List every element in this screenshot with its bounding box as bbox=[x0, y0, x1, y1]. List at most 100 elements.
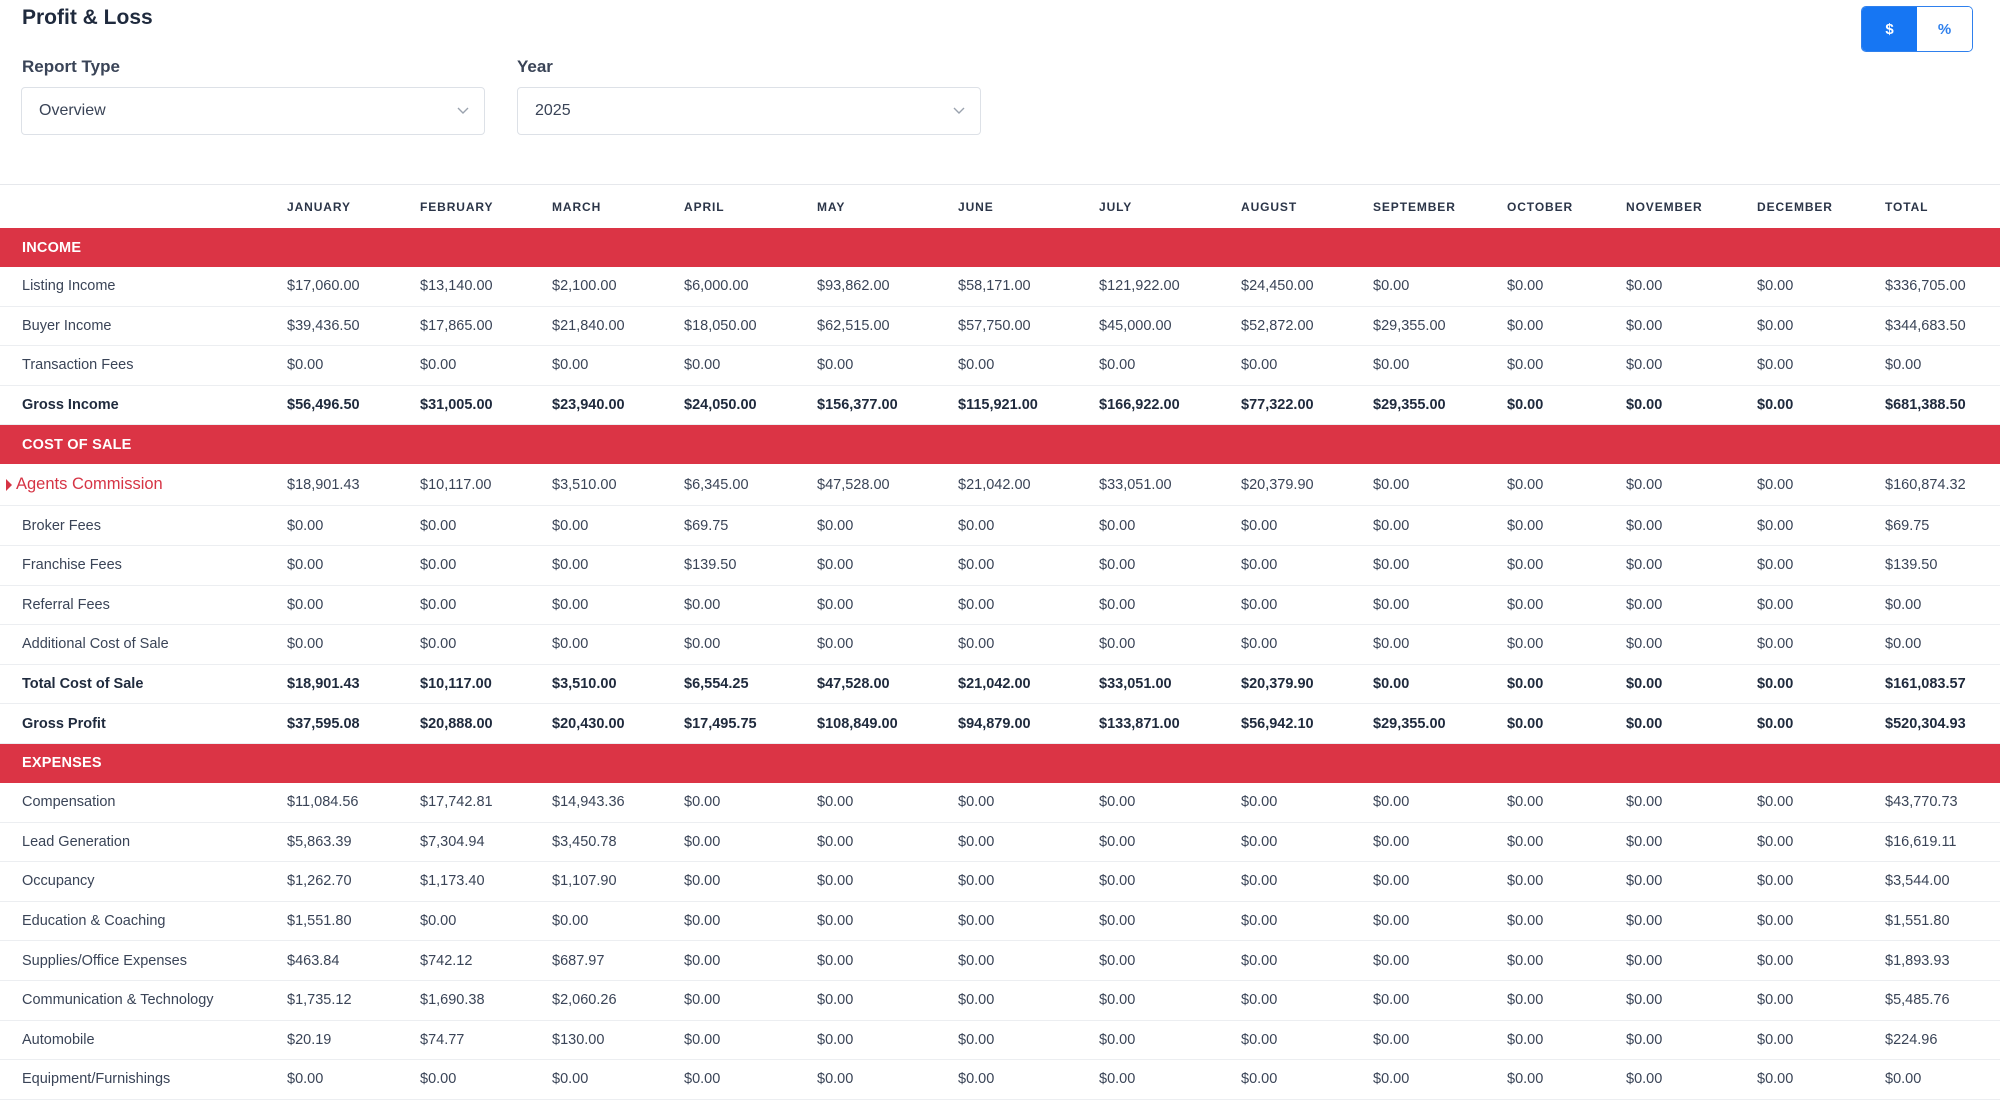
table-cell: $166,922.00 bbox=[1099, 397, 1180, 414]
table-row: Education & Coaching $1,551.80 $0.00 $0.00 $… bbox=[0, 902, 2000, 942]
table-cell: $0.00 bbox=[1507, 357, 1544, 374]
table-cell: $0.00 bbox=[1757, 992, 1794, 1009]
table-cell: $31,005.00 bbox=[420, 397, 493, 414]
table-cell: $0.00 bbox=[684, 636, 721, 653]
table-cell: $687.97 bbox=[552, 952, 605, 969]
table-cell: $115,921.00 bbox=[958, 397, 1038, 414]
table-cell: $0.00 bbox=[1373, 596, 1410, 613]
table-cell: $69.75 bbox=[1885, 517, 1930, 534]
table-cell: $0.00 bbox=[817, 557, 854, 574]
table-cell: $0.00 bbox=[1626, 676, 1663, 693]
table-cell: $93,862.00 bbox=[817, 278, 890, 295]
table-cell: $1,735.12 bbox=[287, 992, 352, 1009]
table-cell: $77,322.00 bbox=[1241, 397, 1314, 414]
table-row: Compensation $11,084.56 $17,742.81 $14,943.… bbox=[0, 783, 2000, 823]
column-header-september: SEPTEMBER bbox=[1373, 199, 1456, 214]
table-cell: $0.00 bbox=[1241, 952, 1278, 969]
year-label: Year bbox=[517, 57, 553, 76]
table-cell: $18,901.43 bbox=[287, 676, 360, 693]
table-cell: $47,528.00 bbox=[817, 476, 890, 493]
table-cell: $0.00 bbox=[1507, 636, 1544, 653]
table-cell: $681,388.50 bbox=[1885, 397, 1966, 414]
row-label: Supplies/Office Expenses bbox=[22, 952, 187, 969]
table-cell: $0.00 bbox=[1099, 596, 1136, 613]
table-row: Broker Fees $0.00 $0.00 $0.00 $69.75 $0.00 $0.… bbox=[0, 506, 2000, 546]
table-cell: $0.00 bbox=[1241, 596, 1278, 613]
table-cell: $0.00 bbox=[420, 636, 457, 653]
table-row: Equipment/Furnishings $0.00 $0.00 $0.00 $0.0… bbox=[0, 1060, 2000, 1100]
table-cell: $10,117.00 bbox=[420, 476, 492, 493]
table-cell: $0.00 bbox=[958, 557, 995, 574]
table-cell: $0.00 bbox=[1241, 992, 1278, 1009]
row-label: Total Cost of Sale bbox=[22, 676, 144, 693]
dollar-toggle-button[interactable]: $ bbox=[1862, 7, 1917, 51]
table-cell: $139.50 bbox=[684, 557, 737, 574]
table-cell: $0.00 bbox=[1626, 833, 1663, 850]
table-cell: $0.00 bbox=[958, 596, 995, 613]
column-header-total: TOTAL bbox=[1885, 199, 1929, 214]
table-cell: $0.00 bbox=[1373, 833, 1410, 850]
table-cell: $0.00 bbox=[1626, 636, 1663, 653]
table-cell: $0.00 bbox=[817, 992, 854, 1009]
table-cell: $156,377.00 bbox=[817, 397, 898, 414]
row-label: Transaction Fees bbox=[22, 357, 134, 374]
column-header-april: APRIL bbox=[684, 199, 725, 214]
table-cell: $0.00 bbox=[1626, 517, 1663, 534]
table-cell: $1,107.90 bbox=[552, 873, 617, 890]
section-label: EXPENSES bbox=[22, 755, 102, 772]
table-row: Occupancy $1,262.70 $1,173.40 $1,107.90 $0.0… bbox=[0, 862, 2000, 902]
table-cell: $0.00 bbox=[552, 357, 589, 374]
table-cell: $20,430.00 bbox=[552, 715, 625, 732]
table-cell: $0.00 bbox=[1757, 1071, 1794, 1088]
table-cell: $3,544.00 bbox=[1885, 873, 1950, 890]
table-cell: $0.00 bbox=[1626, 715, 1663, 732]
table-cell: $0.00 bbox=[684, 357, 721, 374]
table-cell: $0.00 bbox=[817, 952, 854, 969]
table-cell: $0.00 bbox=[1507, 517, 1544, 534]
table-cell: $74.77 bbox=[420, 1031, 465, 1048]
table-cell: $43,770.73 bbox=[1885, 794, 1958, 811]
year-select[interactable]: 2025 bbox=[517, 87, 981, 135]
row-label[interactable]: Agents Commission bbox=[16, 464, 163, 505]
table-cell: $0.00 bbox=[958, 1071, 995, 1088]
column-header-february: FEBRUARY bbox=[420, 199, 494, 214]
table-cell: $0.00 bbox=[1626, 278, 1663, 295]
table-cell: $0.00 bbox=[1507, 278, 1544, 295]
table-cell: $0.00 bbox=[1099, 636, 1136, 653]
table-cell: $0.00 bbox=[1507, 794, 1544, 811]
table-cell: $0.00 bbox=[1373, 636, 1410, 653]
table-cell: $0.00 bbox=[1757, 873, 1794, 890]
table-cell: $121,922.00 bbox=[1099, 278, 1180, 295]
table-cell: $0.00 bbox=[552, 596, 589, 613]
table-cell: $0.00 bbox=[817, 794, 854, 811]
table-cell: $57,750.00 bbox=[958, 317, 1031, 334]
report-type-select[interactable]: Overview bbox=[21, 87, 485, 135]
table-cell: $0.00 bbox=[958, 833, 995, 850]
table-cell: $17,865.00 bbox=[420, 317, 493, 334]
table-cell: $39,436.50 bbox=[287, 317, 360, 334]
table-cell: $1,893.93 bbox=[1885, 952, 1950, 969]
table-cell: $0.00 bbox=[1626, 913, 1663, 930]
table-cell: $0.00 bbox=[1757, 397, 1794, 414]
table-cell: $0.00 bbox=[1241, 794, 1278, 811]
row-label: Broker Fees bbox=[22, 517, 101, 534]
section-label: INCOME bbox=[22, 239, 82, 256]
table-cell: $108,849.00 bbox=[817, 715, 898, 732]
table-cell: $0.00 bbox=[1099, 557, 1136, 574]
table-cell: $94,879.00 bbox=[958, 715, 1031, 732]
table-cell: $0.00 bbox=[1626, 1071, 1663, 1088]
currency-percent-toggle[interactable]: $ % bbox=[1861, 6, 1973, 52]
table-row[interactable]: Agents Commission $18,901.43 $10,117.00 $3,… bbox=[0, 464, 2000, 507]
table-cell: $0.00 bbox=[1099, 873, 1136, 890]
table-cell: $224.96 bbox=[1885, 1031, 1938, 1048]
table-cell: $0.00 bbox=[958, 873, 995, 890]
table-cell: $161,083.57 bbox=[1885, 676, 1966, 693]
table-cell: $1,551.80 bbox=[287, 913, 352, 930]
row-label: Automobile bbox=[22, 1031, 95, 1048]
section-header: INCOME bbox=[0, 228, 2000, 267]
expand-caret-icon[interactable] bbox=[6, 479, 12, 492]
table-cell: $0.00 bbox=[1626, 873, 1663, 890]
table-cell: $5,863.39 bbox=[287, 833, 352, 850]
table-cell: $0.00 bbox=[1626, 317, 1663, 334]
percent-toggle-button[interactable]: % bbox=[1917, 7, 1972, 51]
